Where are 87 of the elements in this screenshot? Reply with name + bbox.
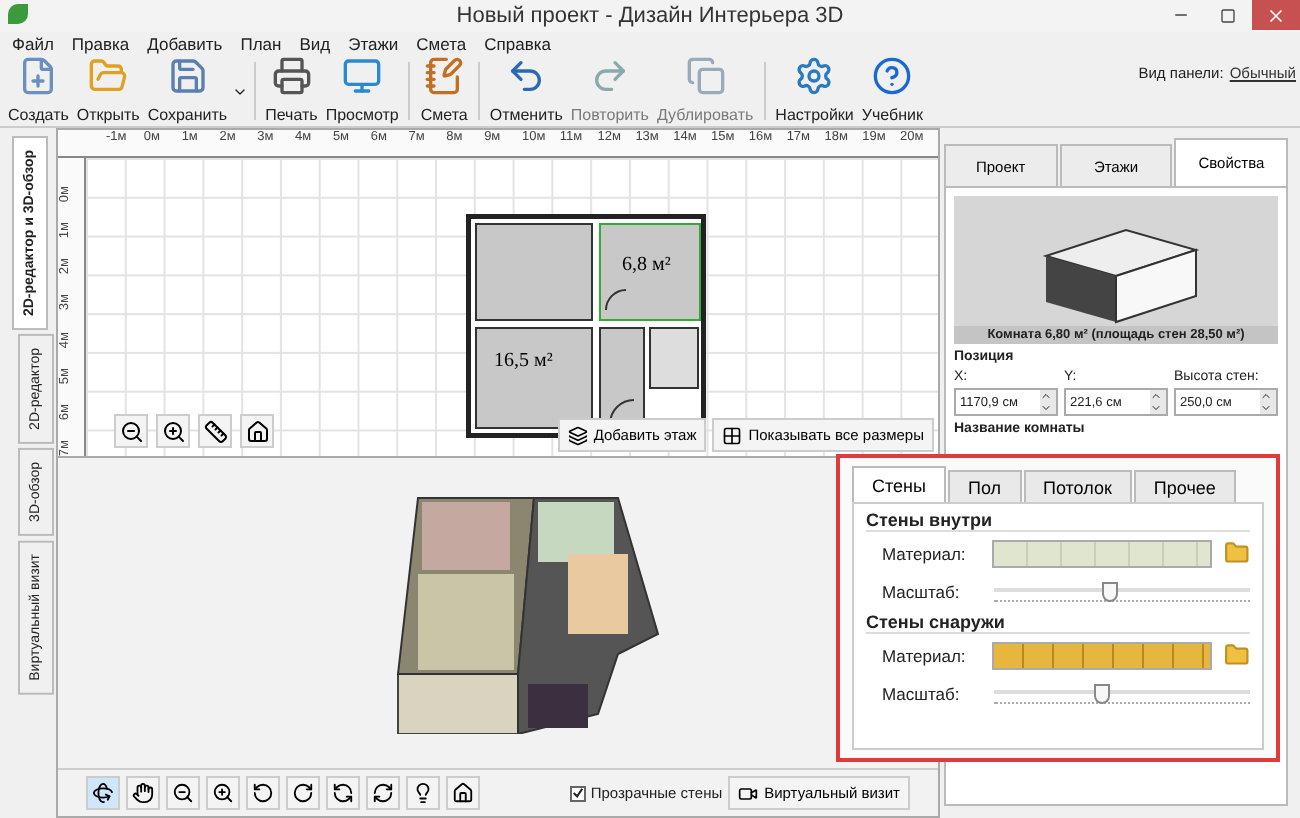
- toolbar-button[interactable]: Просмотр: [321, 56, 403, 124]
- material-tab[interactable]: Прочее: [1133, 470, 1236, 502]
- undo-icon: [506, 56, 547, 96]
- transparent-walls-checkbox[interactable]: [570, 785, 587, 801]
- toolbar-button[interactable]: Отменить: [485, 56, 567, 124]
- menu-item[interactable]: План: [240, 34, 282, 54]
- folder-icon[interactable]: [1224, 642, 1251, 668]
- spin-down-icon[interactable]: [1150, 402, 1162, 414]
- hand-button[interactable]: [126, 776, 160, 810]
- notebook-icon: [424, 56, 465, 96]
- zoom-out-button[interactable]: [114, 414, 148, 448]
- toolbar-button[interactable]: Смета: [416, 56, 472, 124]
- slider-thumb[interactable]: [1093, 683, 1110, 703]
- rotate-right-icon: [292, 782, 314, 804]
- zoom-out-icon: [172, 782, 194, 804]
- new-file-icon: [18, 56, 59, 96]
- toolbar-button[interactable]: Сохранить: [143, 56, 232, 124]
- material-label: Материал:: [882, 645, 968, 665]
- zoom-out-icon: [119, 419, 143, 443]
- close-button[interactable]: [1252, 0, 1300, 30]
- material-swatch[interactable]: [992, 539, 1213, 567]
- home-button[interactable]: [446, 776, 480, 810]
- orbit-right-icon: [372, 782, 394, 804]
- spin-down-icon[interactable]: [1040, 402, 1052, 414]
- spin-up-icon[interactable]: [1150, 390, 1162, 402]
- spin-up-icon[interactable]: [1040, 390, 1052, 402]
- rotate-left-button[interactable]: [246, 776, 280, 810]
- zoom-in-button[interactable]: [156, 414, 190, 448]
- scale-label: Масштаб:: [882, 683, 962, 703]
- home-button[interactable]: [240, 414, 274, 448]
- orbit-left-button[interactable]: [326, 776, 360, 810]
- lightbulb-icon: [412, 782, 434, 804]
- material-tab[interactable]: Пол: [947, 470, 1021, 502]
- menu-item[interactable]: Файл: [12, 34, 54, 54]
- maximize-icon: [1220, 7, 1236, 23]
- zoom-out-button[interactable]: [166, 776, 200, 810]
- window-title: Новый проект - Дизайн Интерьера 3D: [456, 4, 844, 28]
- settings-icon: [794, 56, 835, 96]
- folder-icon[interactable]: [1224, 540, 1251, 566]
- ruler-icon: [203, 419, 227, 443]
- material-tab[interactable]: Потолок: [1023, 470, 1132, 502]
- menu-item[interactable]: Добавить: [147, 34, 223, 54]
- folder-icon: [88, 56, 129, 96]
- orbit-right-button[interactable]: [366, 776, 400, 810]
- layers-icon: [567, 425, 588, 445]
- menu-item[interactable]: Вид: [299, 34, 331, 54]
- rotate-3d-button[interactable]: [86, 776, 120, 810]
- zoom-in-icon: [212, 782, 234, 804]
- material-swatch[interactable]: [992, 641, 1213, 669]
- rotate-left-icon: [252, 782, 274, 804]
- material-tab[interactable]: Стены: [852, 466, 946, 502]
- toolbar-button[interactable]: Учебник: [857, 56, 927, 124]
- orbit-left-icon: [332, 782, 354, 804]
- grid-icon: [722, 425, 743, 445]
- lightbulb-button[interactable]: [406, 776, 440, 810]
- hand-icon: [132, 782, 154, 804]
- slider-thumb[interactable]: [1101, 581, 1118, 601]
- rotate-right-button[interactable]: [286, 776, 320, 810]
- camera-icon: [738, 783, 759, 803]
- home-icon: [452, 782, 474, 804]
- close-icon: [1266, 5, 1286, 25]
- toolbar-button[interactable]: Создать: [4, 56, 73, 124]
- scale-label: Масштаб:: [882, 581, 962, 601]
- redo-icon: [589, 56, 630, 96]
- group-title: Стены внутри: [866, 510, 1250, 532]
- copy-icon: [685, 56, 726, 96]
- zoom-in-icon: [161, 419, 185, 443]
- toolbar-button[interactable]: Открыть: [72, 56, 144, 124]
- menu-item[interactable]: Справка: [484, 34, 551, 54]
- printer-icon: [271, 56, 312, 96]
- menu-item[interactable]: Правка: [71, 34, 130, 54]
- home-icon: [245, 419, 269, 443]
- spin-down-icon[interactable]: [1260, 402, 1272, 414]
- toolbar-button[interactable]: Печать: [261, 56, 322, 124]
- check-icon: [572, 786, 585, 800]
- zoom-in-button[interactable]: [206, 776, 240, 810]
- monitor-icon: [342, 56, 383, 96]
- material-label: Материал:: [882, 543, 968, 563]
- app-icon: [8, 4, 28, 24]
- group-title: Стены снаружи: [866, 612, 1250, 634]
- menu-item[interactable]: Этажи: [348, 34, 399, 54]
- toolbar-button[interactable]: Настройки: [771, 56, 858, 124]
- rotate-3d-icon: [92, 782, 114, 804]
- spin-up-icon[interactable]: [1260, 390, 1272, 402]
- menu-item[interactable]: Смета: [416, 34, 467, 54]
- help-icon: [872, 56, 913, 96]
- ruler-button[interactable]: [198, 414, 232, 448]
